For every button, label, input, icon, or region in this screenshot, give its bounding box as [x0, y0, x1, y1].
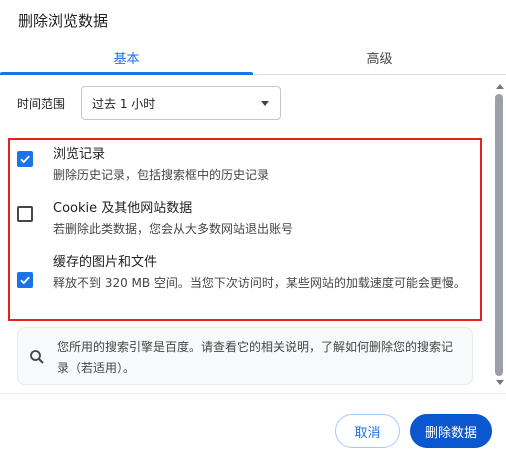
tab-bar: 基本 高级 [0, 40, 506, 75]
delete-data-button[interactable]: 删除数据 [410, 414, 492, 448]
tab-basic[interactable]: 基本 [0, 40, 253, 75]
time-range-selected-value: 过去 1 小时 [92, 96, 156, 111]
cookies-checkbox[interactable] [17, 206, 33, 222]
time-range-row: 时间范围 过去 1 小时 [17, 86, 281, 120]
checkmark-icon [20, 155, 30, 164]
clear-browsing-data-dialog: 删除浏览数据 基本 高级 时间范围 过去 1 小时 浏览记录 删除历史记录，包括… [0, 0, 506, 456]
tab-advanced[interactable]: 高级 [253, 40, 506, 75]
option-text: 浏览记录 删除历史记录，包括搜索框中的历史记录 [53, 146, 483, 185]
option-text: 缓存的图片和文件 释放不到 320 MB 空间。当您下次访问时，某些网站的加载速… [53, 254, 483, 293]
option-title: 浏览记录 [53, 147, 106, 162]
tab-advanced-label: 高级 [366, 52, 393, 67]
scroll-up-arrow-icon[interactable] [496, 84, 504, 89]
active-tab-indicator [0, 72, 253, 75]
dialog-title: 删除浏览数据 [18, 12, 109, 30]
checkmark-icon [20, 276, 30, 285]
footer-divider [0, 393, 506, 394]
cancel-button[interactable]: 取消 [335, 414, 400, 448]
scrollbar-thumb[interactable] [495, 94, 503, 376]
scrollbar[interactable] [494, 80, 506, 392]
option-title: Cookie 及其他网站数据 [53, 201, 193, 216]
cached-images-checkbox[interactable] [17, 272, 33, 288]
dropdown-caret-icon [261, 101, 269, 106]
time-range-select[interactable]: 过去 1 小时 [81, 86, 281, 120]
scroll-down-arrow-icon[interactable] [496, 380, 504, 385]
tab-basic-label: 基本 [113, 52, 140, 67]
search-engine-info: 您所用的搜索引擎是百度。请查看它的相关说明，了解如何删除您的搜索记录（若适用）。 [17, 327, 473, 385]
option-description: 释放不到 320 MB 空间。当您下次访问时，某些网站的加载速度可能会更慢。 [53, 276, 466, 290]
info-text: 您所用的搜索引擎是百度。请查看它的相关说明，了解如何删除您的搜索记录（若适用）。 [57, 340, 454, 375]
search-icon [30, 350, 44, 364]
option-description: 删除历史记录，包括搜索框中的历史记录 [53, 168, 270, 182]
option-text: Cookie 及其他网站数据 若删除此类数据，您会从大多数网站退出账号 [53, 200, 483, 239]
option-title: 缓存的图片和文件 [53, 255, 158, 270]
time-range-label: 时间范围 [17, 96, 66, 111]
browsing-history-checkbox[interactable] [17, 151, 33, 167]
option-description: 若删除此类数据，您会从大多数网站退出账号 [53, 222, 294, 236]
